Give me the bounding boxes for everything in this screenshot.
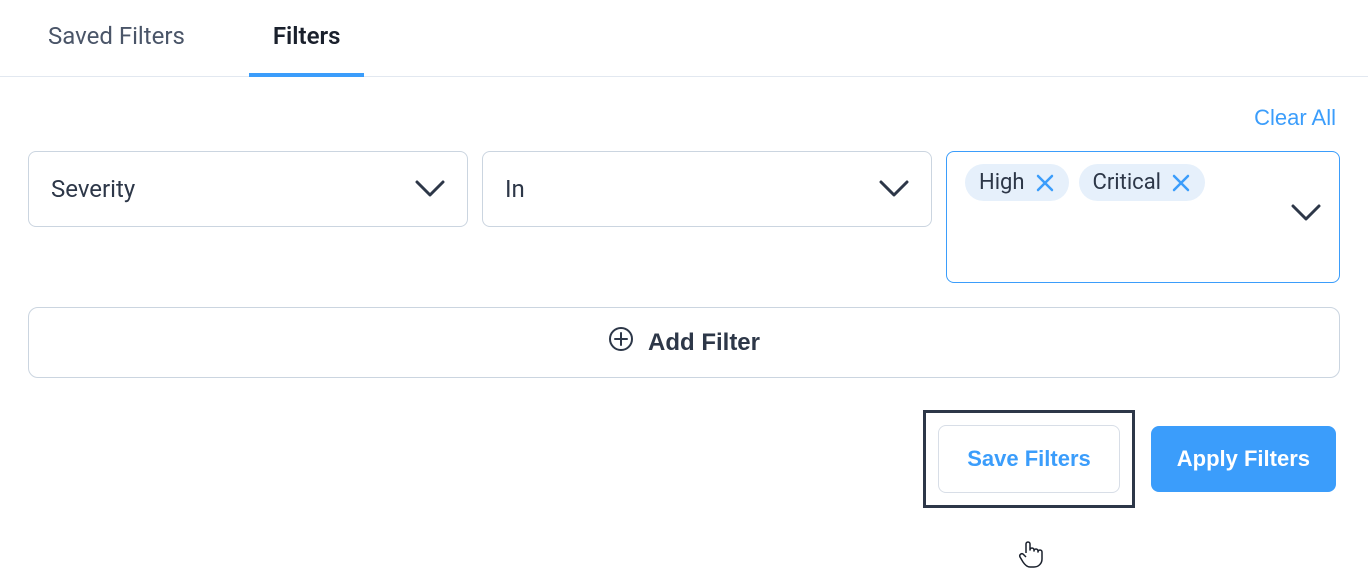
clear-row: Clear All xyxy=(28,105,1340,131)
filter-values-select[interactable]: High Critical xyxy=(946,151,1340,283)
apply-filters-button[interactable]: Apply Filters xyxy=(1151,426,1336,492)
filter-operator-value: In xyxy=(505,175,525,203)
save-filters-highlight: Save Filters xyxy=(923,410,1135,508)
filter-chip-high: High xyxy=(965,164,1069,201)
add-filter-button[interactable]: Add Filter xyxy=(28,307,1340,378)
clear-all-button[interactable]: Clear All xyxy=(1254,105,1336,131)
chevron-down-icon xyxy=(879,180,909,198)
filter-value-chips: High Critical xyxy=(965,164,1205,201)
tab-saved-filters[interactable]: Saved Filters xyxy=(24,0,209,76)
filter-chip-label: Critical xyxy=(1093,170,1162,195)
filter-chip-critical: Critical xyxy=(1079,164,1206,201)
filter-chip-label: High xyxy=(979,170,1025,195)
cursor-hand-icon xyxy=(1017,539,1045,573)
chevron-down-icon xyxy=(415,180,445,198)
filter-field-select[interactable]: Severity xyxy=(28,151,468,227)
add-filter-label: Add Filter xyxy=(648,329,760,357)
plus-circle-icon xyxy=(608,326,634,359)
chevron-down-icon xyxy=(1291,204,1321,222)
footer-actions: Save Filters Apply Filters xyxy=(28,410,1340,508)
filter-row: Severity In High Critical xyxy=(28,151,1340,283)
filters-panel: Clear All Severity In High xyxy=(0,77,1368,508)
tab-filters[interactable]: Filters xyxy=(249,0,365,76)
tabs-bar: Saved Filters Filters xyxy=(0,0,1368,77)
save-filters-button[interactable]: Save Filters xyxy=(938,425,1120,493)
remove-chip-icon[interactable] xyxy=(1171,173,1191,193)
remove-chip-icon[interactable] xyxy=(1035,173,1055,193)
filter-operator-select[interactable]: In xyxy=(482,151,932,227)
filter-field-value: Severity xyxy=(51,175,135,203)
